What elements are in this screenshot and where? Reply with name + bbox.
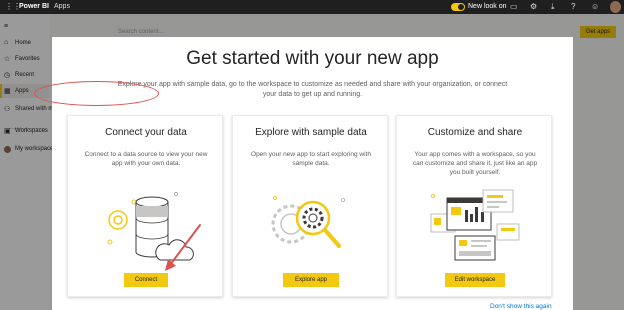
card-title: Explore with sample data: [255, 127, 367, 138]
dialog-title: Get started with your new app: [186, 48, 439, 69]
card-description: Your app comes with a workspace, so you …: [412, 151, 538, 176]
annotation-highlight-oval: [34, 81, 159, 106]
gear-icon[interactable]: ⚙: [530, 2, 537, 12]
get-started-dialog: Get started with your new app Explore yo…: [52, 37, 573, 310]
comment-icon[interactable]: ▭: [510, 2, 518, 12]
card-connect-data: Connect your data Connect to a data sour…: [67, 115, 223, 297]
explore-app-button[interactable]: Explore app: [283, 273, 339, 287]
help-icon[interactable]: ?: [571, 2, 575, 12]
new-look-toggle[interactable]: [451, 3, 465, 11]
new-look-label: New look on: [468, 3, 507, 10]
user-avatar[interactable]: [610, 1, 621, 13]
connect-button[interactable]: Connect: [124, 273, 168, 287]
smiley-icon[interactable]: ☺: [591, 2, 599, 12]
card-description: Connect to a data source to view your ne…: [84, 151, 208, 167]
breadcrumb[interactable]: Apps: [54, 3, 70, 10]
download-icon[interactable]: ⤓: [551, 2, 555, 12]
dashboard-screens-illustration: [430, 189, 520, 261]
dont-show-again-link[interactable]: Don't show this again: [490, 303, 552, 310]
app-name[interactable]: Power BI: [19, 3, 49, 10]
card-description: Open your new app to start exploring wit…: [251, 151, 371, 167]
card-title: Connect your data: [105, 127, 187, 138]
database-cloud-illustration: [107, 191, 194, 261]
dialog-subtitle: Explore your app with sample data, go to…: [117, 81, 508, 98]
card-title: Customize and share: [427, 127, 523, 138]
card-customize-share: Customize and share Your app comes with …: [396, 115, 552, 297]
top-bar: ⋮⋮ Power BI Apps New look on ▭ ⚙ ⤓ ? ☺: [0, 0, 624, 14]
card-explore-sample: Explore with sample data Open your new a…: [232, 115, 388, 297]
edit-workspace-button[interactable]: Edit workspace: [445, 273, 505, 287]
gears-magnifier-illustration: [271, 195, 346, 248]
